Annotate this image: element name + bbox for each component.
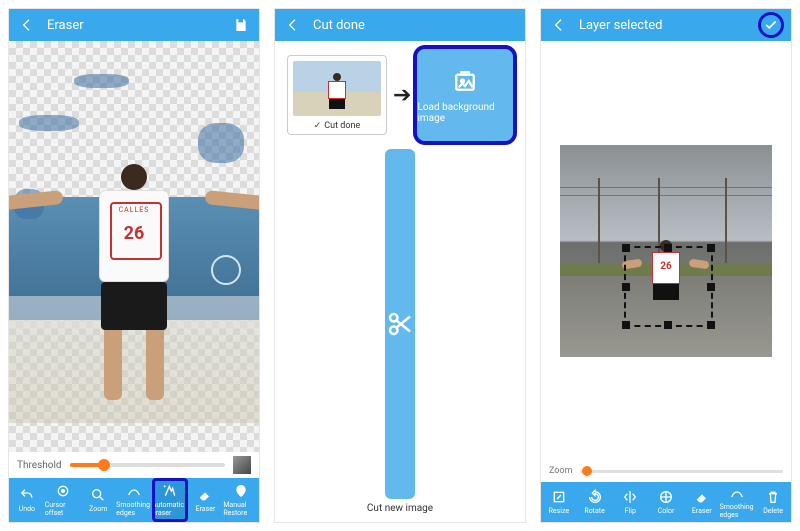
tool-label: Manual Restore [223,501,259,517]
screen-cut-done: Cut done ✓Cut done ➔ Load background ima… [274,8,526,523]
cut-new-image-button[interactable] [385,149,415,499]
toolbar: Resize Rotate Flip Color Eraser Smoothin… [541,482,791,522]
save-icon[interactable] [233,17,249,33]
compositor-canvas[interactable]: 26 [541,41,791,460]
threshold-row: Threshold [9,452,259,478]
selection-box[interactable] [624,246,713,327]
cursor-target-icon [211,255,241,285]
tool-label: Smoothing edges [720,503,756,519]
cut-new-label: Cut new image [367,503,433,514]
delete-button[interactable]: Delete [755,482,791,522]
color-button[interactable]: Color [648,482,684,522]
tool-label: Zoom [89,505,107,513]
back-icon[interactable] [551,17,567,33]
cut-done-thumb[interactable]: ✓Cut done [287,55,387,135]
flip-button[interactable]: Flip [612,482,648,522]
jersey-number: 26 [100,223,168,244]
back-icon[interactable] [19,17,35,33]
confirm-icon[interactable] [761,15,781,35]
tool-label: Resize [549,507,569,515]
load-background-button[interactable]: Load background image [417,49,513,141]
topbar: Layer selected [541,9,791,41]
undo-button[interactable]: Undo [9,478,45,522]
cutout-subject: CALLES 26 [49,164,219,404]
threshold-slider[interactable] [70,463,225,467]
tool-label: Automatic eraser [152,501,188,517]
threshold-label: Threshold [17,460,62,471]
topbar: Cut done [275,9,525,41]
rotate-button[interactable]: Rotate [577,482,613,522]
load-background-label: Load background image [417,102,513,124]
tool-label: Flip [625,507,636,515]
tool-label: Rotate [584,507,604,515]
eraser-button[interactable]: Eraser [684,482,720,522]
screen-layer-selected: Layer selected 26 [540,8,792,523]
tool-label: Eraser [692,507,712,515]
zoom-slider[interactable] [580,470,783,473]
automatic-eraser-button[interactable]: Automatic eraser [152,478,188,522]
editor-canvas[interactable]: CALLES 26 [9,41,259,452]
tool-label: Color [658,507,675,515]
tool-label: Delete [763,507,783,515]
eraser-button[interactable]: Eraser [188,478,224,522]
zoom-button[interactable]: Zoom [80,478,116,522]
zoom-label: Zoom [549,466,572,476]
smoothing-edges-button[interactable]: Smoothing edges [720,482,756,522]
smoothing-edges-button[interactable]: Smoothing edges [116,478,152,522]
page-title: Layer selected [579,18,749,33]
topbar: Eraser [9,9,259,41]
resize-button[interactable]: Resize [541,482,577,522]
tool-label: Smoothing edges [116,501,152,517]
zoom-row: Zoom [541,460,791,482]
screen-eraser: Eraser CALLES 26 Threshold [8,8,260,523]
cut-done-label: ✓Cut done [314,121,361,131]
manual-restore-button[interactable]: Manual Restore [223,478,259,522]
toolbar: Undo Cursor offset Zoom Smoothing edges … [9,478,259,522]
page-title: Eraser [47,18,221,33]
arrow-right-icon: ➔ [393,83,411,108]
back-icon[interactable] [285,17,301,33]
page-title: Cut done [313,18,515,33]
tool-label: Cursor offset [45,501,81,517]
color-swatch[interactable] [233,456,251,474]
jersey-name: CALLES [100,206,168,214]
tool-label: Eraser [196,505,216,513]
cursor-offset-button[interactable]: Cursor offset [45,478,81,522]
tool-label: Undo [19,505,35,513]
